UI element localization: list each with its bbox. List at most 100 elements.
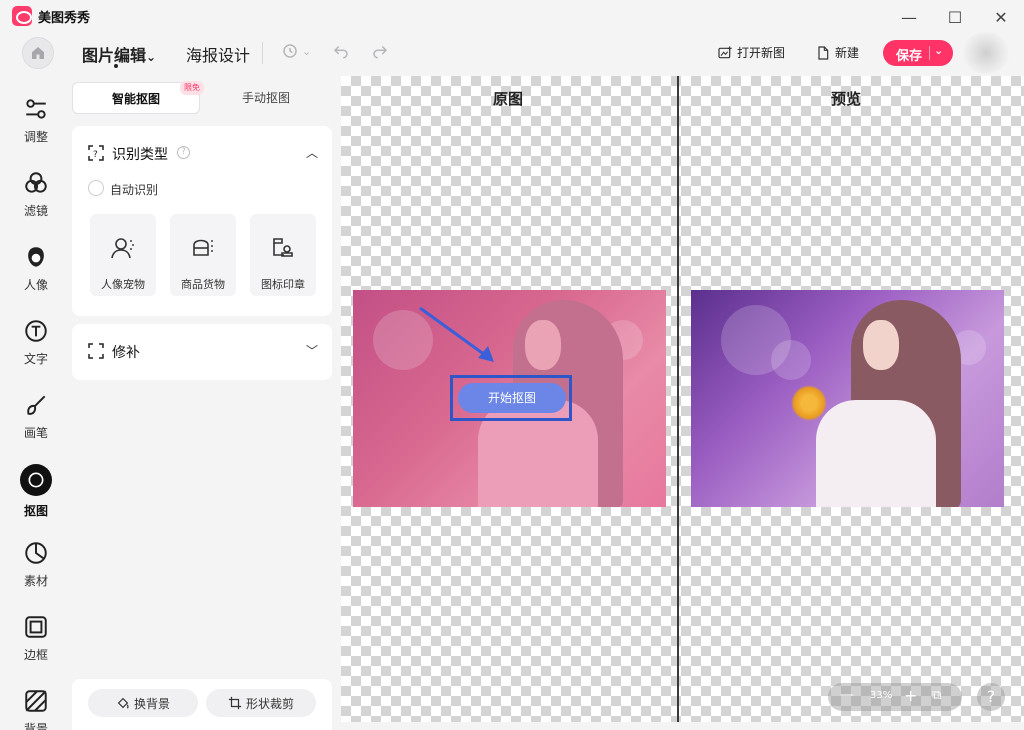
new-file-icon [818,45,829,60]
subject-face [525,320,561,370]
home-button[interactable] [22,37,54,69]
filter-circles-icon [25,172,47,193]
minimize-button[interactable]: — [894,8,924,30]
svg-text:?: ? [93,150,98,160]
product-icon [193,239,213,256]
nav-item-adjust[interactable]: 调整 [10,96,62,158]
subject-body [816,400,936,507]
brush-icon [27,395,46,415]
auto-recognize-radio[interactable] [88,180,104,196]
preview-title: 预览 [831,90,862,108]
portrait-icon [28,247,44,267]
save-divider [929,46,930,60]
tab-image-edit[interactable]: 图片编辑⌄ [82,42,156,66]
nav-item-background[interactable]: 背景 [10,688,62,730]
subject-face [863,320,899,370]
cutout-mode-switch: 智能抠图 限免 手动抠图 [72,81,332,116]
stamp-icon [273,238,293,257]
history-button[interactable] [281,42,299,64]
recognition-type-card: ? 识别类型 ? ︿ 自动识别 人像宠物 商品货物 图标印章 [72,126,332,316]
nav-label: 文字 [23,352,48,366]
nav-label: 素材 [23,574,48,588]
start-cutout-button[interactable]: 开始抠图 [458,383,566,413]
save-button[interactable]: 保存 ⌄ [883,40,953,66]
tab-manual-cutout-label: 手动抠图 [241,91,290,105]
nav-item-portrait[interactable]: 人像 [10,244,62,306]
close-button[interactable]: ✕ [986,8,1016,30]
new-label: 新建 [835,46,860,60]
shape-crop-label: 形状裁剪 [245,696,294,711]
background-icon [25,690,47,712]
tab-manual-cutout[interactable]: 手动抠图 [202,82,330,114]
home-icon [32,47,44,59]
new-button[interactable]: 新建 [815,44,859,61]
person-pet-icon [111,238,134,259]
help-button[interactable]: ? [977,683,1005,711]
chevron-down-icon: ⌄ [146,50,157,64]
nav-item-cutout[interactable]: 抠图 [10,464,62,526]
help-icon[interactable]: ? [177,146,190,159]
app-title: 美图秀秀 [38,11,91,26]
cutout-icon [28,472,44,488]
tab-image-edit-label: 图片编辑 [82,46,147,65]
nav-label: 边框 [23,648,48,662]
free-badge: 限免 [180,81,204,95]
redo-icon [373,45,388,59]
frame-icon [25,616,47,638]
type-stamp-label: 图标印章 [261,278,305,291]
nav-label: 画笔 [23,426,48,440]
zoom-in-button[interactable]: + [904,686,917,705]
pointer-arrow-annotation [419,306,494,362]
type-product[interactable]: 商品货物 [170,214,236,296]
bokeh [771,340,811,380]
maximize-button[interactable]: ☐ [940,8,970,30]
toolbar-divider [262,42,263,64]
open-new-image-label: 打开新图 [737,46,786,60]
repair-title: 修补 [112,345,140,361]
sliders-icon [26,99,46,119]
avatar[interactable] [962,32,1010,74]
zoom-level: 33% [870,690,893,701]
nav-item-brush[interactable]: 画笔 [10,392,62,454]
save-label: 保存 [896,49,923,64]
history-icon [283,44,297,58]
nav-label: 调整 [23,130,48,144]
tab-smart-cutout-label: 智能抠图 [111,92,160,106]
repair-card[interactable]: 修补 ﹀ [72,324,332,380]
nav-label: 抠图 [23,504,48,518]
shape-crop-button[interactable]: 形状裁剪 [206,689,316,717]
nav-item-filter[interactable]: 滤镜 [10,170,62,232]
repair-icon [88,343,104,359]
sticker-icon [25,542,47,564]
compare-divider[interactable] [677,76,679,722]
undo-button[interactable] [332,42,350,64]
nav-label: 背景 [23,722,48,730]
redo-button[interactable] [371,42,389,64]
nav-active-highlight [20,464,52,496]
fit-screen-icon[interactable]: ⧉ [932,688,941,703]
change-background-label: 换背景 [133,696,170,711]
recognition-type-title: 识别类型 [112,147,168,163]
type-stamp[interactable]: 图标印章 [250,214,316,296]
undo-icon [333,45,348,59]
auto-recognize-label: 自动识别 [110,183,159,197]
history-dropdown-icon[interactable]: ⌄ [302,45,311,58]
type-product-label: 商品货物 [181,278,225,291]
preview-image [691,290,1004,507]
chevron-down-icon[interactable]: ﹀ [306,342,318,359]
zoom-out-button[interactable]: — [840,687,854,703]
open-image-icon [718,45,732,58]
chevron-up-icon[interactable]: ︿ [306,144,318,161]
nav-item-sticker[interactable]: 素材 [10,540,62,602]
change-background-button[interactable]: 换背景 [88,689,198,717]
tab-poster-design[interactable]: 海报设计 [186,42,250,66]
nav-label: 人像 [23,278,48,292]
text-icon [25,320,47,342]
open-new-image-button[interactable]: 打开新图 [717,44,785,61]
crop-icon [228,696,242,710]
recognition-icon: ? [88,145,104,161]
type-person-pet[interactable]: 人像宠物 [90,214,156,296]
chevron-down-icon[interactable]: ⌄ [934,44,943,57]
nav-item-frame[interactable]: 边框 [10,614,62,676]
nav-item-text[interactable]: 文字 [10,318,62,380]
